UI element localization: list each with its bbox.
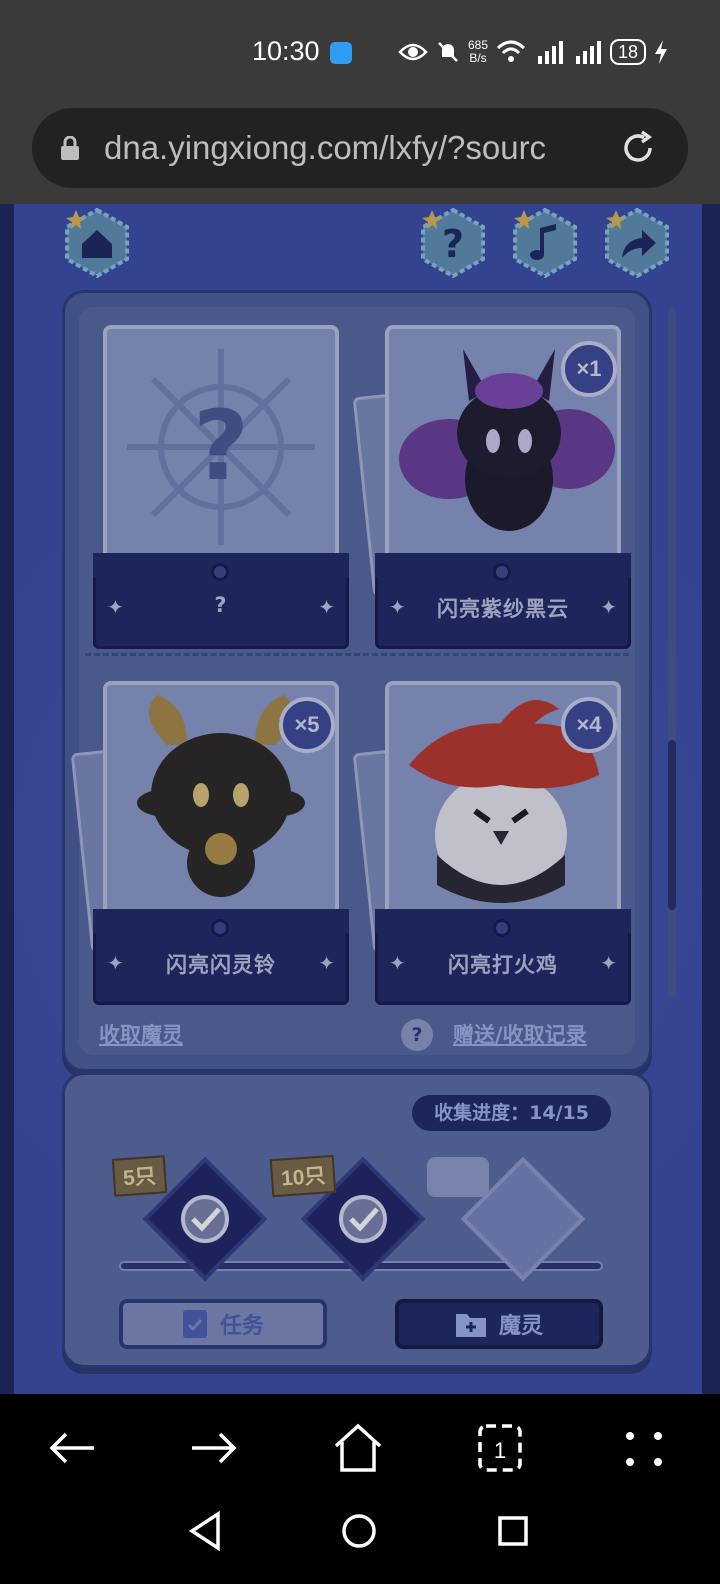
url-text[interactable]: dna.yingxiong.com/lxfy/?sourc (104, 128, 624, 168)
signal-4g-icon (576, 41, 602, 64)
milestone-tag-1: 5只 (111, 1155, 167, 1197)
arrow-right-icon (192, 1432, 237, 1464)
spirit-card-purple-cloud[interactable]: ×1 ✦ 闪亮紫纱黑云 ✦ (352, 325, 631, 655)
card-count-badge: ×5 (279, 697, 335, 753)
recents-square-icon[interactable] (488, 1506, 538, 1556)
status-time: 10:30 (252, 36, 320, 66)
menu-button[interactable] (614, 1418, 674, 1478)
home-circle-icon[interactable] (334, 1506, 384, 1556)
share-button[interactable] (602, 207, 672, 279)
status-bar: 10:30 685 B/s 18 (0, 0, 720, 102)
progress-indicator: 收集进度：14/15 (412, 1095, 611, 1131)
spirit-tab-label: 魔灵 (498, 1314, 543, 1339)
sparkle-icon: ✦ (600, 595, 617, 619)
progress-label: 收集进度： (434, 1102, 530, 1124)
reload-icon[interactable] (618, 128, 658, 168)
task-doc-icon (182, 1310, 207, 1338)
home-button[interactable] (62, 207, 132, 279)
page-edge-left (0, 204, 14, 1394)
collect-spirit-link[interactable]: 收取魔灵 (99, 1019, 183, 1049)
music-note-icon (513, 207, 577, 279)
eye-icon (398, 43, 428, 61)
gift-records-link[interactable]: 赠送/收取记录 (453, 1019, 587, 1049)
card-count-badge: ×1 (561, 341, 617, 397)
web-content: ? ? ✦ ? ✦ ×1 ✦ 闪亮紫纱黑云 ✦ ×5 ✦ 闪亮闪灵铃 ✦ ×4 … (0, 204, 720, 1394)
back-triangle-icon[interactable] (182, 1506, 232, 1556)
card-pin (493, 563, 511, 581)
charging-icon (655, 40, 668, 64)
page-edge-right (702, 204, 720, 1394)
more-dots-icon (626, 1432, 662, 1466)
status-icons: 685 B/s 18 (398, 36, 668, 68)
card-name: 闪亮打火鸡 (448, 953, 558, 977)
card-pin (493, 919, 511, 937)
milestone-tag-2: 10只 (269, 1154, 337, 1198)
back-button[interactable] (42, 1418, 102, 1478)
scrollbar-thumb[interactable] (668, 740, 676, 910)
tabs-icon: 1 (478, 1424, 522, 1472)
home-icon (65, 207, 129, 279)
spirit-card-bell-goat[interactable]: ×5 ✦ 闪亮闪灵铃 ✦ (70, 681, 349, 1011)
spirit-tab-button[interactable]: 魔灵 (395, 1299, 603, 1349)
browser-nav-bar: 1 (0, 1394, 720, 1506)
wifi-icon (497, 40, 526, 62)
forward-button[interactable] (184, 1418, 244, 1478)
check-icon (181, 1195, 229, 1243)
lock-icon (61, 136, 79, 160)
card-name: 闪亮闪灵铃 (166, 953, 276, 977)
collection-panel: ? ✦ ? ✦ ×1 ✦ 闪亮紫纱黑云 ✦ ×5 ✦ 闪亮闪灵铃 ✦ ×4 ✦ … (62, 290, 652, 1072)
game-stage: ? ? ✦ ? ✦ ×1 ✦ 闪亮紫纱黑云 ✦ ×5 ✦ 闪亮闪灵铃 ✦ ×4 … (14, 204, 702, 1394)
sparkle-icon: ✦ (600, 951, 617, 975)
unknown-spirit-art: ? (127, 349, 315, 545)
help-button[interactable]: ? (418, 207, 488, 279)
share-icon (605, 207, 669, 279)
spirit-card-unknown[interactable]: ? ✦ ? ✦ (93, 325, 349, 655)
card-count-badge: ×4 (561, 697, 617, 753)
collection-progress-panel: 收集进度：14/15 5只 10只 任务 魔灵 (62, 1072, 652, 1368)
progress-value: 14/15 (529, 1102, 589, 1124)
home-nav-button[interactable] (328, 1418, 388, 1478)
task-tab-label: 任务 (219, 1314, 264, 1339)
music-button[interactable] (510, 207, 580, 279)
tabs-button[interactable]: 1 (470, 1418, 530, 1478)
check-icon (339, 1195, 387, 1243)
arrow-left-icon (49, 1432, 94, 1464)
svg-text:?: ? (193, 390, 249, 502)
svg-text:1: 1 (494, 1438, 506, 1463)
speech-bubble-icon (427, 1157, 489, 1197)
url-bar[interactable]: dna.yingxiong.com/lxfy/?sourc (32, 108, 688, 188)
net-speed: 685 B/s (468, 38, 489, 65)
signal-5g-icon (538, 41, 564, 64)
battery-indicator: 18 (610, 39, 647, 65)
records-help-icon[interactable]: ? (401, 1019, 433, 1051)
system-nav-bar (0, 1506, 720, 1584)
browser-toolbar: dna.yingxiong.com/lxfy/?sourc (0, 102, 720, 204)
spirit-card-fire-chick[interactable]: ×4 ✦ 闪亮打火鸡 ✦ (352, 681, 631, 1011)
search-app-icon (330, 42, 352, 64)
card-name: ? (214, 593, 228, 617)
card-name: 闪亮紫纱黑云 (437, 597, 569, 621)
mute-bell-icon (438, 42, 458, 62)
home-outline-icon (334, 1423, 382, 1472)
card-pin (211, 919, 229, 937)
card-pin (211, 563, 229, 581)
svg-text:?: ? (442, 222, 464, 266)
question-icon: ? (421, 207, 485, 279)
sparkle-icon: ✦ (318, 595, 335, 619)
task-tab-button[interactable]: 任务 (119, 1299, 327, 1349)
folder-add-icon (455, 1314, 486, 1337)
sparkle-icon: ✦ (318, 951, 335, 975)
